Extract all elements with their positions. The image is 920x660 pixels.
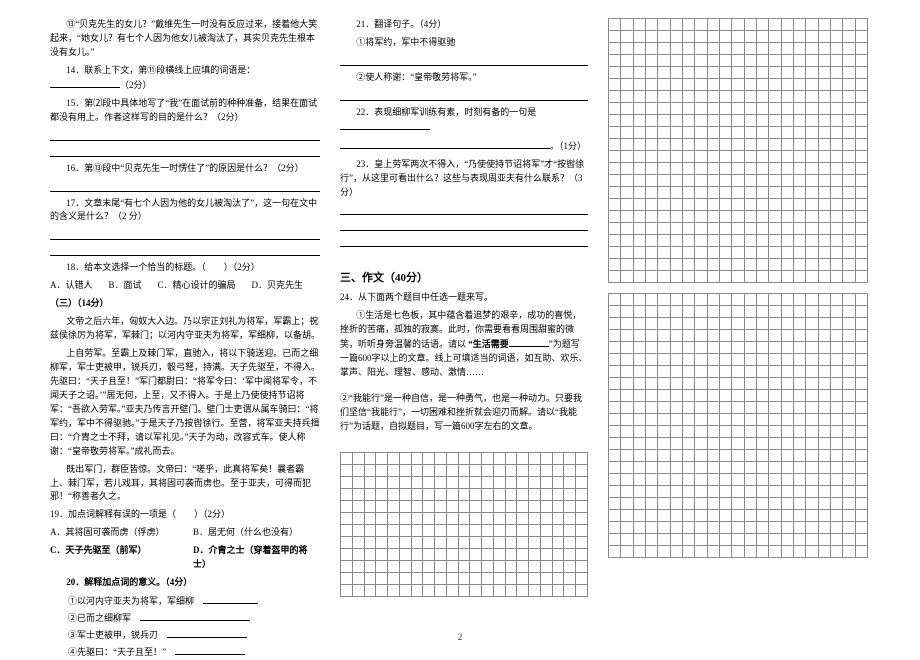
- blank-q22a[interactable]: [340, 120, 430, 130]
- topic-1: ①生活是七色板，其中蕴含着追梦的艰辛，成功的喜悦，挫折的苦痛，孤独的寂寞。此时，…: [340, 309, 588, 380]
- writing-grid-right-bottom[interactable]: [608, 293, 868, 558]
- answer-lines-q21b[interactable]: [340, 89, 588, 101]
- passage-2: 上自劳军。至霸上及棘门军，直驰入，将以下骑送迎。已而之细柳军，军士吏被甲，锐兵刃…: [50, 347, 320, 459]
- q20-3: ③军士吏被甲，锐兵刃: [50, 628, 320, 643]
- q19-row1: A．其将固可袭而虏（俘虏） B．居无何（什么也没有）: [50, 526, 320, 540]
- blank-q22b[interactable]: [340, 139, 550, 149]
- q21-2: ②使人称谢：“皇帝敬劳将军。”: [340, 71, 588, 85]
- writing-grid-right-top[interactable]: [608, 18, 868, 283]
- section-composition-title: 三、作文（40分）: [340, 270, 588, 287]
- q23: 23．皇上劳军两次不得入，“乃使使持节诏将军”才“按辔徐行”，从这里可看出什么？…: [340, 158, 588, 200]
- q17: 17．文章末尾“有七个人因为他的女儿被淘汰了”，这一句在文中的含义是什么？（2 …: [50, 197, 320, 225]
- passage-1: 文帝之后六年，匈奴大入边。乃以宗正刘礼为将军，军霸上；祝兹侯徐厉为将军，军棘门；…: [50, 315, 320, 343]
- q18: 18．给本文选择一个恰当的标题。（ ）（2分）: [50, 261, 320, 275]
- q22: 22．表现细柳军训练有素，时刻有备的一句是: [340, 106, 588, 135]
- answer-lines-q23[interactable]: [340, 203, 588, 247]
- para-13: ⑬“贝克先生的女儿？”戴维先生一时没有反应过来，接着他大笑起来，“她女儿？有七个…: [50, 18, 320, 60]
- column-3: [608, 18, 868, 630]
- writing-grid-left[interactable]: [340, 452, 588, 597]
- q20-2: ②已而之细柳军: [50, 611, 320, 626]
- passage-3: 既出军门，群臣皆惊。文帝曰：“嗟乎，此真将军矣！曩者霸上、棘门军，若儿戏耳，其将…: [50, 463, 320, 505]
- q20-1: ①以河内守亚夫为将军，军细柳: [50, 594, 320, 609]
- q16: 16．第⑬段中“贝克先生一时愣住了”的原因是什么？（2分）: [50, 162, 320, 176]
- q18-options: A．认错人 B．面试 C．精心设计的骗局 D．贝克先生: [50, 279, 320, 293]
- q24: 24．从下面两个题目中任选一题来写。: [340, 291, 588, 305]
- topic-2: ②“我能行”是一种自信，是一种勇气，也是一种动力。只要我们坚信“我能行”，一切困…: [340, 392, 588, 434]
- answer-lines-q17[interactable]: [50, 228, 320, 256]
- blank-q14[interactable]: [50, 78, 120, 88]
- q21: 21．翻译句子。（4分）: [340, 18, 588, 32]
- section-3-label: （三）（14分）: [50, 297, 320, 311]
- q21-1: ①将军约，军中不得驱驰: [340, 36, 588, 50]
- answer-lines-q15[interactable]: [50, 129, 320, 157]
- blank-topic1[interactable]: [509, 337, 549, 347]
- q19-row2: C．天子先驱至（前军） D．介胄之士（穿着盔甲的将士）: [50, 544, 320, 572]
- answer-lines-q16[interactable]: [50, 180, 320, 192]
- answer-lines-q21a[interactable]: [340, 54, 588, 66]
- q20: 20．解释加点词的意义。（4分）: [50, 576, 320, 590]
- q15: 15．第⑵段中具体地写了“我”在面试前的种种准备，结果在面试都没有用上。作者这样…: [50, 97, 320, 125]
- q19: 19．加点词解释有误的一项是（ ）（2分）: [50, 508, 320, 522]
- q20-4: ④先驱曰：“天子且至！”: [50, 645, 320, 660]
- q14: 14．联系上下文，第⑪段横线上应填的词语是：（2分）: [50, 64, 320, 93]
- column-1: ⑬“贝克先生的女儿？”戴维先生一时没有反应过来，接着他大笑起来，“她女儿？有七个…: [50, 18, 340, 630]
- column-2: 21．翻译句子。（4分） ①将军约，军中不得驱驰 ②使人称谢：“皇帝敬劳将军。”…: [340, 18, 608, 630]
